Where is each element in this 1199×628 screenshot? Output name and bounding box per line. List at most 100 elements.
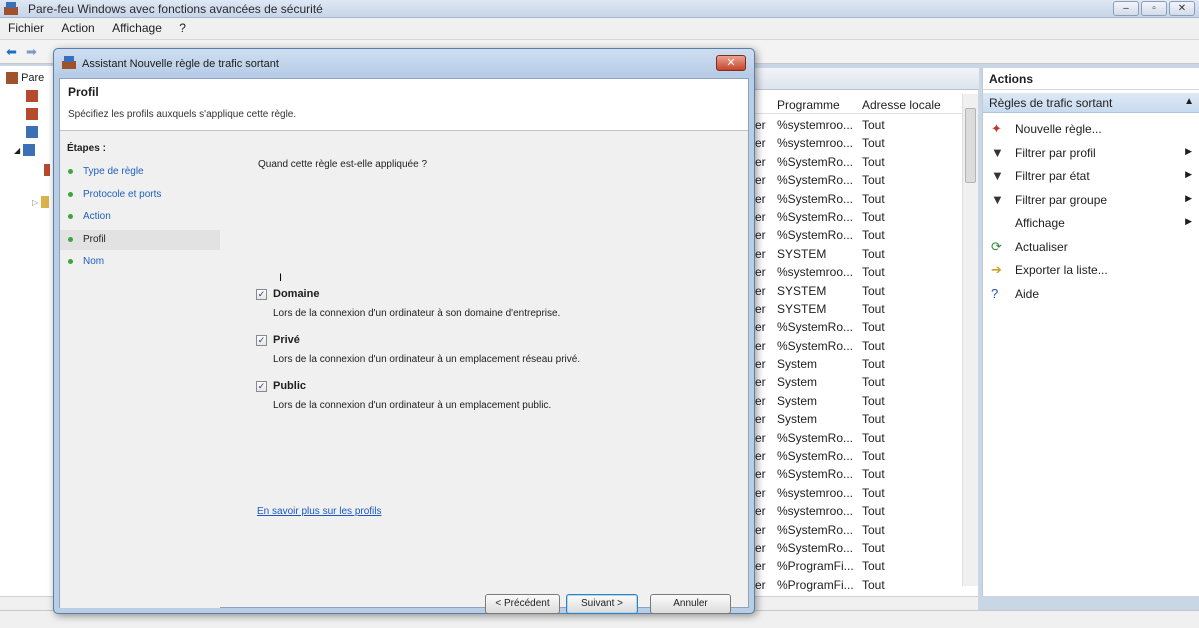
cell-adresse-locale: Tout: [862, 559, 885, 574]
export-icon: ➔: [991, 262, 1002, 277]
table-row[interactable]: er %systemroo... Tout: [741, 263, 965, 281]
profile-label[interactable]: Privé: [273, 334, 300, 346]
expand-arrow-icon[interactable]: ◢: [14, 146, 20, 155]
cell-suffix: er: [755, 209, 766, 224]
column-programme[interactable]: Programme: [777, 98, 840, 112]
profile-label[interactable]: Public: [273, 380, 306, 392]
tree-item-monitoring[interactable]: ◢: [14, 144, 36, 160]
action-item[interactable]: ⟳ Actualiser: [983, 236, 1199, 258]
wizard-step[interactable]: Nom: [60, 252, 220, 272]
profile-checkbox[interactable]: ✓: [256, 335, 267, 346]
list-vertical-scrollbar[interactable]: [962, 94, 978, 586]
column-adresse-locale[interactable]: Adresse locale: [862, 98, 941, 112]
cell-suffix: er: [755, 357, 766, 372]
cell-programme: System: [777, 412, 818, 427]
table-row[interactable]: er SYSTEM Tout: [741, 245, 965, 263]
table-row[interactable]: er %ProgramFi... Tout: [741, 557, 965, 575]
table-row[interactable]: er SYSTEM Tout: [741, 300, 965, 318]
cell-programme: %SystemRo...: [777, 191, 854, 206]
menu-affichage[interactable]: Affichage: [106, 18, 168, 38]
table-row[interactable]: er %SystemRo... Tout: [741, 190, 965, 208]
cell-adresse-locale: Tout: [862, 430, 885, 445]
table-row[interactable]: er %SystemRo... Tout: [741, 208, 965, 226]
minimize-button[interactable]: –: [1113, 1, 1139, 16]
cell-suffix: er: [755, 338, 766, 353]
profile-description: Lors de la connexion d'un ordinateur à u…: [273, 354, 581, 365]
wizard-step[interactable]: Profil: [60, 229, 220, 250]
menu-fichier[interactable]: Fichier: [2, 18, 50, 38]
table-row[interactable]: er %systemroo... Tout: [741, 502, 965, 520]
cell-adresse-locale: Tout: [862, 136, 885, 151]
cell-adresse-locale: Tout: [862, 246, 885, 261]
tree-item-outbound[interactable]: [26, 108, 38, 124]
wizard-step[interactable]: Type de règle: [60, 162, 220, 182]
dialog-title: Assistant Nouvelle règle de trafic sorta…: [82, 58, 279, 70]
table-row[interactable]: er System Tout: [741, 373, 965, 391]
scroll-thumb[interactable]: [965, 108, 976, 183]
main-title-bar: Pare-feu Windows avec fonctions avancées…: [0, 0, 1199, 18]
cancel-button[interactable]: Annuler: [650, 594, 731, 614]
dialog-header: Profil Spécifiez les profils auxquels s'…: [60, 79, 748, 131]
filter-icon: ▼: [991, 168, 1004, 183]
restore-button[interactable]: ▫: [1141, 1, 1167, 16]
action-item[interactable]: ➔ Exporter la liste...: [983, 259, 1199, 281]
table-row[interactable]: er %systemroo... Tout: [741, 484, 965, 502]
tree-item-security[interactable]: ▷: [32, 196, 50, 212]
profile-description: Lors de la connexion d'un ordinateur à u…: [273, 400, 552, 411]
wizard-step[interactable]: Protocole et ports: [60, 185, 220, 205]
table-row[interactable]: er %SystemRo... Tout: [741, 171, 965, 189]
forward-arrow-icon[interactable]: ➡: [26, 44, 37, 60]
profile-checkbox[interactable]: ✓: [256, 381, 267, 392]
table-row[interactable]: er %SystemRo... Tout: [741, 521, 965, 539]
cell-suffix: er: [755, 265, 766, 280]
action-item[interactable]: ▼ Filtrer par profil ▶: [983, 142, 1199, 164]
table-row[interactable]: er %SystemRo... Tout: [741, 447, 965, 465]
close-window-button[interactable]: ✕: [1169, 1, 1195, 16]
tree-item-inbound[interactable]: [26, 90, 38, 106]
cell-suffix: er: [755, 449, 766, 464]
action-item[interactable]: Affichage ▶: [983, 212, 1199, 234]
table-row[interactable]: er SYSTEM Tout: [741, 282, 965, 300]
tree-item-connection[interactable]: [26, 126, 38, 142]
menu-help[interactable]: ?: [173, 18, 192, 38]
cell-programme: %ProgramFi...: [777, 559, 854, 574]
wizard-step[interactable]: Action: [60, 207, 220, 227]
next-button[interactable]: Suivant >: [566, 594, 638, 614]
tree-root[interactable]: Pare: [6, 72, 44, 88]
table-row[interactable]: er %SystemRo... Tout: [741, 429, 965, 447]
previous-button[interactable]: < Précédent: [485, 594, 560, 614]
table-row[interactable]: er %SystemRo... Tout: [741, 153, 965, 171]
action-item[interactable]: ▼ Filtrer par état ▶: [983, 165, 1199, 187]
table-row[interactable]: er %SystemRo... Tout: [741, 539, 965, 557]
firewall-icon: [6, 72, 18, 85]
table-row[interactable]: er %systemroo... Tout: [741, 116, 965, 134]
action-item[interactable]: ▼ Filtrer par groupe ▶: [983, 189, 1199, 211]
table-row[interactable]: er %SystemRo... Tout: [741, 465, 965, 483]
table-row[interactable]: er System Tout: [741, 355, 965, 373]
table-row[interactable]: er %SystemRo... Tout: [741, 226, 965, 244]
action-label: Actualiser: [1015, 239, 1068, 254]
learn-more-link[interactable]: En savoir plus sur les profils: [257, 506, 382, 517]
table-row[interactable]: er %SystemRo... Tout: [741, 337, 965, 355]
menu-action[interactable]: Action: [55, 18, 100, 38]
profile-label[interactable]: Domaine: [273, 288, 319, 300]
profile-checkbox[interactable]: ✓: [256, 289, 267, 300]
collapse-arrow-icon[interactable]: ▷: [32, 198, 38, 207]
table-row[interactable]: er %SystemRo... Tout: [741, 318, 965, 336]
profile-option: ✓ Privé Lors de la connexion d'un ordinate…: [252, 333, 732, 369]
submenu-arrow-icon: ▶: [1185, 145, 1192, 156]
action-label: Exporter la liste...: [1015, 263, 1108, 277]
back-arrow-icon[interactable]: ⬅: [6, 44, 17, 60]
action-item[interactable]: ? Aide: [983, 283, 1199, 305]
action-item[interactable]: ✦ Nouvelle règle...: [983, 118, 1199, 140]
dialog-close-button[interactable]: ✕: [716, 55, 746, 71]
table-row[interactable]: er %systemroo... Tout: [741, 134, 965, 152]
collapse-up-icon[interactable]: ▲: [1184, 96, 1194, 107]
table-row[interactable]: er System Tout: [741, 410, 965, 428]
cell-programme: %SystemRo...: [777, 173, 854, 188]
table-row[interactable]: er %ProgramFi... Tout: [741, 576, 965, 594]
help-icon: ?: [991, 285, 999, 301]
cell-suffix: er: [755, 577, 766, 592]
actions-section-header[interactable]: Règles de trafic sortant ▲: [983, 93, 1199, 113]
table-row[interactable]: er System Tout: [741, 392, 965, 410]
